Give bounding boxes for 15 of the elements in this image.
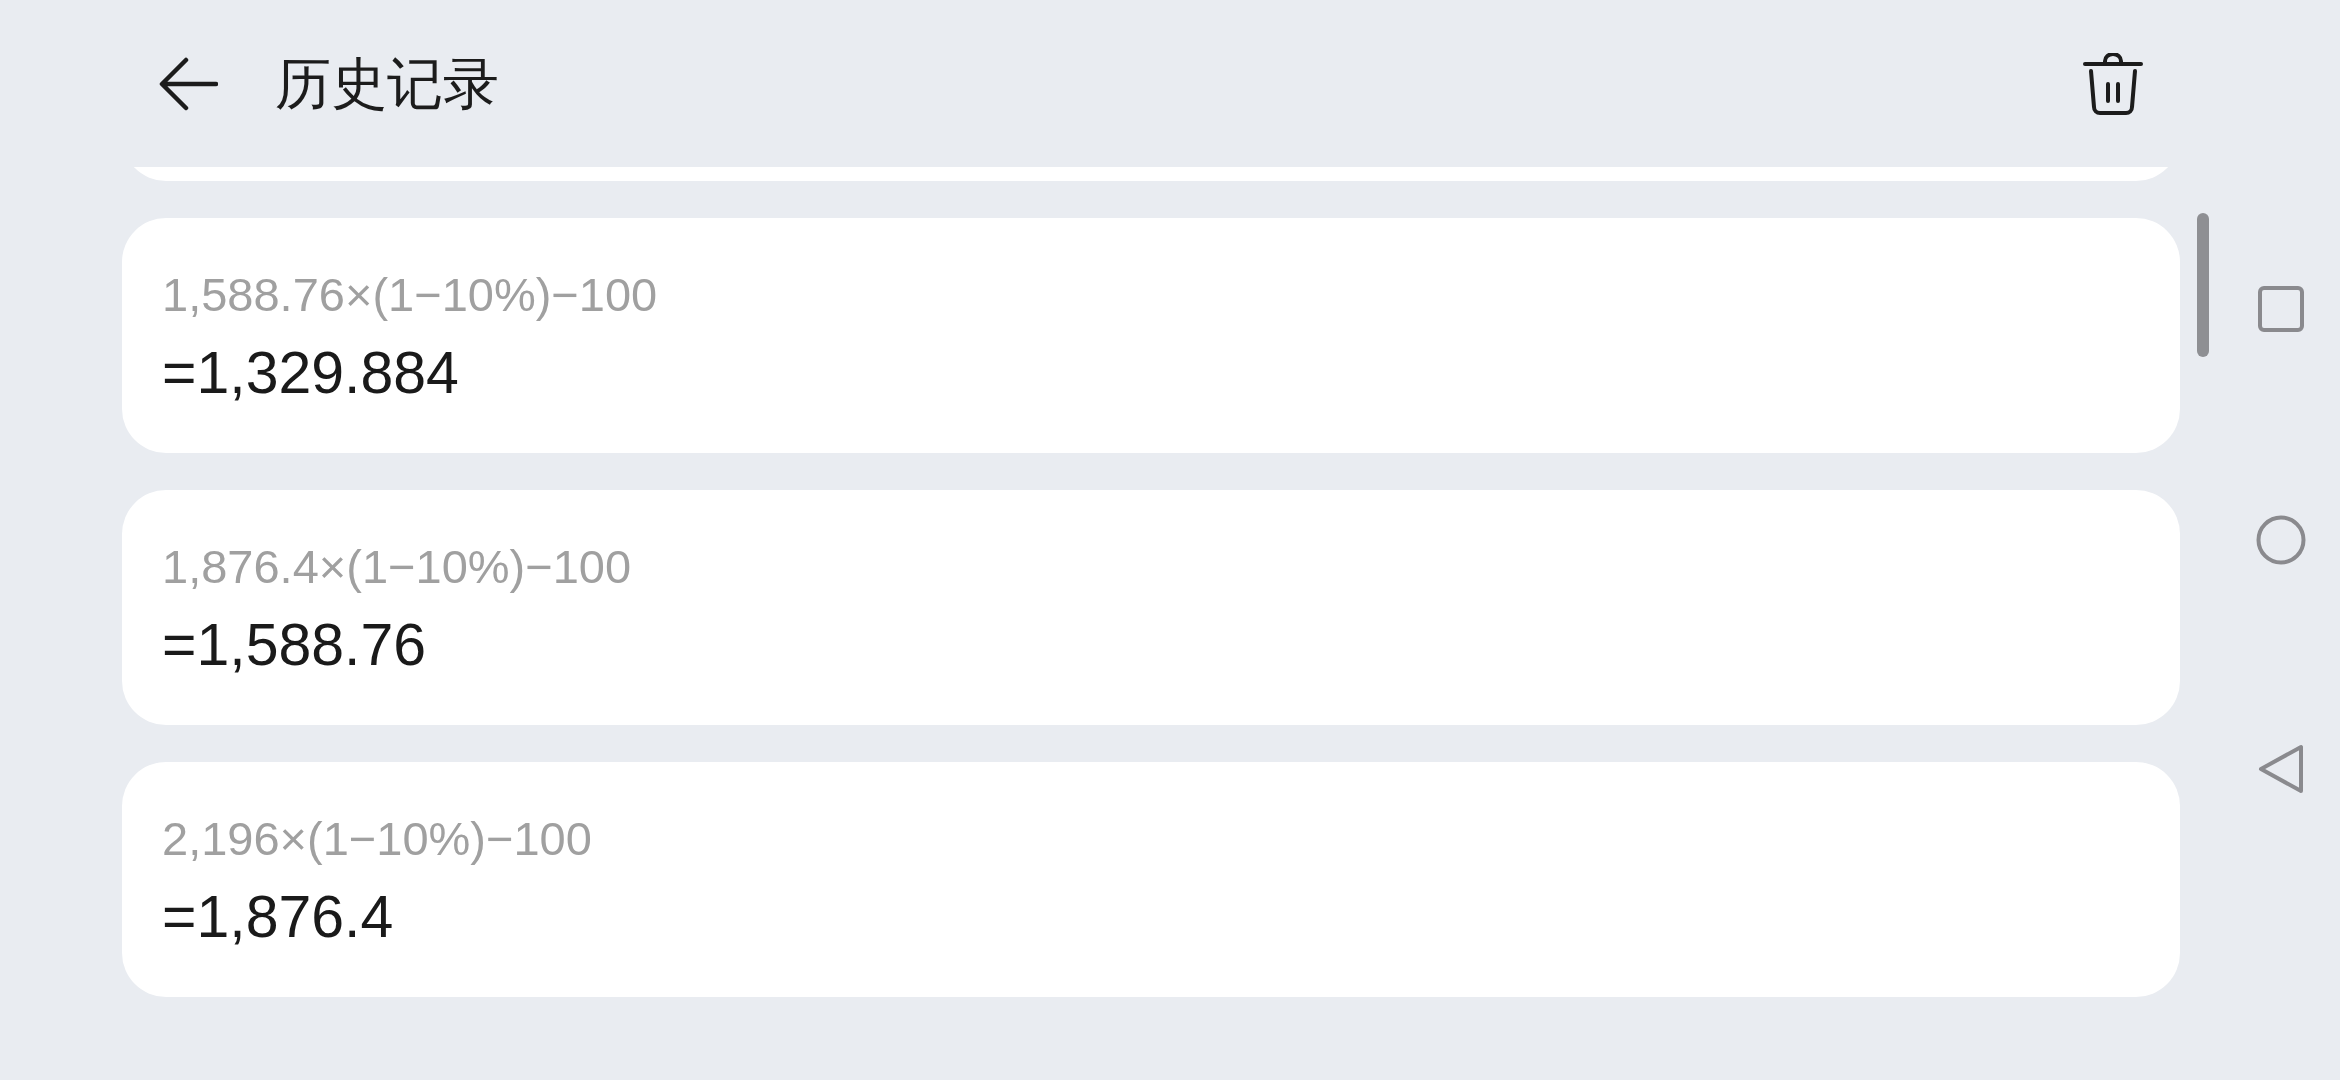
square-icon[interactable] [2258,286,2304,332]
trash-icon [2083,52,2143,115]
result-text: =1,329.884 [162,344,459,403]
result-text: =1,588.76 [162,616,427,675]
delete-button[interactable] [2083,52,2143,115]
result-text: =1,876.4 [162,888,394,947]
history-card[interactable]: 1,876.4×(1−10%)−100 =1,588.76 [122,490,2180,725]
circle-icon[interactable] [2256,515,2306,565]
history-card[interactable]: 1,588.76×(1−10%)−100 =1,329.884 [122,218,2180,453]
history-card[interactable]: 2,196×(1−10%)−100 =1,876.4 [122,762,2180,997]
triangle-icon[interactable] [2258,744,2304,794]
back-button[interactable] [159,56,218,111]
page-title: 历史记录 [275,55,499,112]
scrollbar-thumb[interactable] [2197,213,2209,357]
back-arrow-icon [159,56,218,111]
